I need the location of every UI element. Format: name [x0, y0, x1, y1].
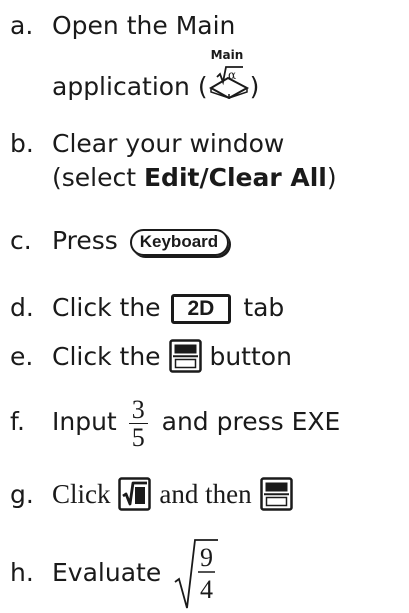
step-letter: g.	[10, 480, 34, 509]
fraction-template-icon[interactable]	[168, 339, 202, 380]
step-b-continued: (select Edit/Clear All)	[52, 162, 337, 193]
step-text: application (	[52, 72, 208, 101]
step-a: a. Open the Main	[10, 10, 235, 41]
step-letter: h.	[10, 558, 34, 587]
step-letter: d.	[10, 293, 34, 322]
step-text: )	[249, 72, 260, 101]
step-h: h. Evaluate 9 4	[10, 538, 219, 610]
step-letter: f.	[10, 407, 25, 436]
fraction-template-icon[interactable]	[259, 477, 293, 518]
square-root-expression: 9 4	[173, 538, 219, 610]
fraction-denominator: 4	[200, 575, 213, 604]
step-letter: e.	[10, 342, 34, 371]
step-text: Click the	[52, 342, 161, 371]
step-text: Click the	[52, 293, 161, 322]
fraction-denominator: 5	[131, 422, 145, 452]
step-text: Clear your window	[52, 129, 285, 158]
step-text: and press EXE	[161, 407, 341, 436]
step-text: tab	[243, 293, 285, 322]
step-c: c. Press Keyboard	[10, 225, 230, 256]
fraction: 3 5	[128, 396, 148, 452]
step-d: d. Click the 2D tab	[10, 292, 284, 324]
tab-2d[interactable]: 2D	[170, 294, 232, 324]
step-e: e. Click the button	[10, 339, 292, 380]
step-g: g. Click and then	[10, 477, 293, 518]
step-text: Open the Main	[52, 11, 236, 40]
menu-path: Edit/Clear All	[143, 163, 327, 192]
main-app-icon: Main α	[208, 49, 250, 100]
step-letter: b.	[10, 129, 34, 158]
step-f: f. Input 3 5 and press EXE	[10, 388, 340, 456]
step-letter: c.	[10, 226, 32, 255]
step-text: Evaluate	[52, 558, 162, 587]
step-a-continued: application ( Main α )	[52, 49, 260, 102]
fraction-numerator: 3	[128, 396, 148, 424]
step-text: Click	[52, 479, 111, 509]
step-text: Press	[52, 226, 118, 255]
step-text: and then	[159, 479, 252, 509]
square-root-icon[interactable]	[118, 477, 152, 518]
main-icon-label: Main	[210, 48, 244, 62]
fraction-numerator: 9	[200, 543, 213, 572]
step-letter: a.	[10, 11, 34, 40]
step-b: b. Clear your window	[10, 128, 284, 159]
keyboard-button[interactable]: Keyboard	[129, 229, 230, 256]
step-text: button	[209, 342, 292, 371]
step-text: )	[326, 163, 337, 192]
svg-text:α: α	[228, 68, 236, 82]
step-text: (select	[52, 163, 144, 192]
step-text: Input	[52, 407, 117, 436]
